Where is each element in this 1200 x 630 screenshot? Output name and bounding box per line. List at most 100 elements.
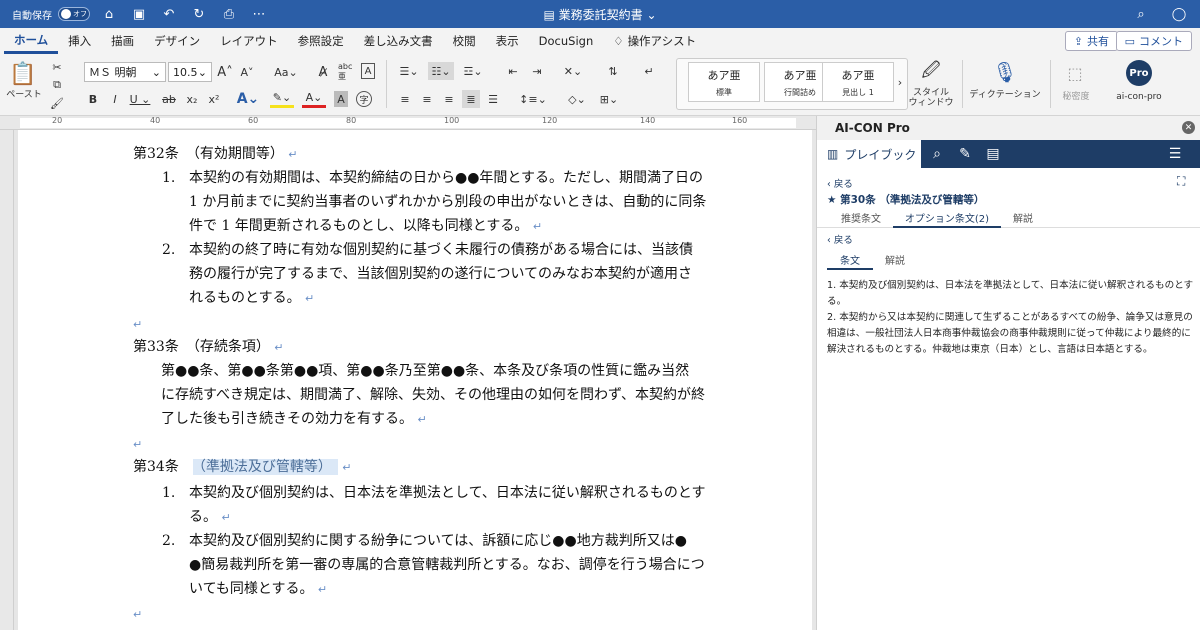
show-formatting-icon[interactable]: ↵	[640, 62, 658, 80]
tab-draw[interactable]: 描画	[101, 28, 144, 54]
share-button[interactable]: ⇪ 共有	[1064, 31, 1118, 51]
tab-references[interactable]: 参照設定	[288, 28, 354, 54]
tab-layout[interactable]: レイアウト	[210, 28, 288, 54]
menu-icon[interactable]: ☰	[1161, 140, 1189, 168]
line-spacing-icon[interactable]: ↕≡⌄	[519, 90, 547, 108]
tab-mailings[interactable]: 差し込み文書	[354, 28, 443, 54]
list-item-text[interactable]: 本契約及び個別契約に関する紛争については、訴額に応じ●●地方裁判所又は●	[189, 531, 687, 551]
tab-explanation[interactable]: 解説	[1005, 210, 1041, 228]
empty-paragraph[interactable]: ↵	[133, 434, 142, 455]
tab-tell-me[interactable]: ♢ 操作アシスト	[603, 28, 706, 54]
character-border-icon[interactable]: A	[361, 63, 375, 79]
borders-icon[interactable]: ⊞⌄	[596, 90, 622, 108]
more-icon[interactable]: ⋯	[248, 3, 270, 25]
text-effects-icon[interactable]: A⌄	[236, 90, 260, 108]
article-heading[interactable]: 第34条 （準拠法及び管轄等） ↵	[133, 457, 352, 478]
undo-icon[interactable]: ↶	[158, 3, 180, 25]
distributed-icon[interactable]: ☰	[484, 90, 502, 108]
clear-formatting-icon[interactable]: A̷	[314, 62, 332, 82]
account-icon[interactable]: ◯	[1168, 3, 1190, 25]
article-heading[interactable]: 第32条 （有効期間等） ↵	[133, 144, 298, 165]
back-link-2[interactable]: ‹ 戻る	[827, 232, 853, 246]
tab-design[interactable]: デザイン	[144, 28, 210, 54]
paragraph-text[interactable]: 第●●条、第●●条第●●項、第●●条乃至第●●条、本条及び条項の性質に鑑み当然	[161, 361, 689, 381]
autosave-control[interactable]: 自動保存 オフ	[12, 7, 90, 22]
style-normal[interactable]: あア亜 標準	[688, 62, 760, 102]
vertical-ruler[interactable]	[0, 130, 14, 630]
ai-con-pro-icon[interactable]: Pro	[1126, 60, 1152, 86]
cut-icon[interactable]: ✂	[48, 58, 66, 76]
chevron-right-icon[interactable]: ›	[894, 74, 906, 90]
strikethrough-icon[interactable]: ab	[160, 90, 178, 108]
asian-layout-icon[interactable]: ✕⌄	[560, 62, 586, 80]
highlight-color-icon[interactable]: ✎⌄	[270, 90, 294, 108]
sort-icon[interactable]: ⇅	[604, 62, 622, 80]
paste-icon[interactable]: 📋	[8, 60, 38, 88]
tab-clause-explanation[interactable]: 解説	[877, 252, 913, 270]
pencil-icon[interactable]: ✎	[951, 140, 979, 168]
list-item-text[interactable]: 本契約の終了時に有効な個別契約に基づく未履行の債務がある場合には、当該債	[189, 240, 693, 260]
align-left-icon[interactable]: ≡	[396, 90, 414, 108]
document-check-icon[interactable]: ▤	[979, 140, 1007, 168]
list-item-text[interactable]: 件で 1 年間更新されるものとし、以降も同様とする。 ↵	[189, 216, 542, 237]
print-icon[interactable]: ⎙	[218, 3, 240, 25]
numbering-icon[interactable]: ☷⌄	[428, 62, 454, 80]
copy-icon[interactable]: ⧉	[48, 76, 66, 94]
tab-options[interactable]: オプション条文(2)	[893, 210, 1001, 228]
list-item[interactable]: 2.	[162, 240, 175, 260]
save-icon[interactable]: ▣	[128, 3, 150, 25]
tab-docusign[interactable]: DocuSign	[529, 28, 604, 54]
list-item-text[interactable]: れるものとする。 ↵	[189, 288, 314, 309]
list-item[interactable]: 2.	[162, 531, 175, 551]
underline-icon[interactable]: U ⌄	[128, 90, 152, 108]
playbook-tab[interactable]: ▥ プレイブック	[817, 140, 921, 168]
shrink-font-icon[interactable]: A˅	[238, 62, 256, 82]
paragraph-text[interactable]: 了した後も引き続きその効力を有する。 ↵	[161, 409, 427, 430]
tab-clause-text[interactable]: 条文	[827, 252, 873, 270]
list-item-text[interactable]: いても同様とする。 ↵	[189, 579, 327, 600]
change-case-icon[interactable]: Aa⌄	[272, 62, 300, 82]
style-window-icon[interactable]: 🖉	[916, 60, 946, 86]
align-right-icon[interactable]: ≡	[440, 90, 458, 108]
paragraph-text[interactable]: に存続すべき規定は、期間満了、解除、失効、その他理由の如何を問わず、本契約が終	[161, 385, 705, 405]
redo-icon[interactable]: ↻	[188, 3, 210, 25]
document-page[interactable]: 第32条 （有効期間等） ↵ 1. 本契約の有効期間は、本契約締結の日から●●年…	[18, 130, 812, 630]
list-item[interactable]: 1.	[162, 168, 175, 188]
list-item[interactable]: 1.	[162, 483, 175, 503]
enclose-characters-icon[interactable]: 字	[356, 91, 372, 107]
phonetic-guide-icon[interactable]: abc亜	[338, 62, 358, 82]
list-item-text[interactable]: 務の履行が完了するまで、当該個別契約の遂行についてのみなお本契約が適用さ	[189, 264, 692, 284]
character-shading-icon[interactable]: A	[334, 91, 348, 107]
decrease-indent-icon[interactable]: ⇤	[504, 62, 522, 80]
bold-icon[interactable]: B	[86, 90, 100, 108]
empty-paragraph[interactable]: ↵	[133, 604, 142, 625]
expand-icon[interactable]: ⛶	[1177, 174, 1185, 189]
italic-icon[interactable]: I	[108, 90, 122, 108]
search-icon[interactable]: ⌕	[1130, 3, 1152, 25]
tab-home[interactable]: ホーム	[4, 28, 59, 54]
align-center-icon[interactable]: ≡	[418, 90, 436, 108]
tab-view[interactable]: 表示	[486, 28, 529, 54]
bullets-icon[interactable]: ☰⌄	[396, 62, 422, 80]
list-item-text[interactable]: 1 か月前までに契約当事者のいずれかから別段の申出がないときは、自動的に同条	[189, 192, 706, 212]
back-link[interactable]: ‹ 戻る	[827, 176, 853, 190]
tab-insert[interactable]: 挿入	[58, 28, 101, 54]
format-painter-icon[interactable]: 🖌	[48, 94, 66, 112]
font-color-icon[interactable]: A⌄	[302, 90, 326, 108]
search-icon[interactable]: ⌕	[923, 140, 951, 168]
empty-paragraph[interactable]: ↵	[133, 314, 142, 335]
home-icon[interactable]: ⌂	[98, 3, 120, 25]
list-item-text[interactable]: ●簡易裁判所を第一審の専属的合意管轄裁判所とする。なお、調停を行う場合につ	[189, 555, 705, 575]
font-size-select[interactable]: 10.5 ⌄	[168, 62, 212, 82]
tab-review[interactable]: 校閲	[443, 28, 486, 54]
style-heading-1[interactable]: あア亜 見出し 1	[822, 62, 894, 102]
autosave-toggle[interactable]: オフ	[58, 7, 90, 21]
increase-indent-icon[interactable]: ⇥	[528, 62, 546, 80]
shading-icon[interactable]: ◇⌄	[564, 90, 590, 108]
subscript-icon[interactable]: x₂	[184, 90, 200, 108]
sensitivity-icon[interactable]: ⬚	[1062, 60, 1088, 86]
font-name-select[interactable]: ＭＳ 明朝 ⌄	[84, 62, 166, 82]
tab-recommended[interactable]: 推奨条文	[833, 210, 889, 228]
superscript-icon[interactable]: x²	[206, 90, 222, 108]
comment-button[interactable]: ▭ コメント	[1115, 31, 1192, 51]
